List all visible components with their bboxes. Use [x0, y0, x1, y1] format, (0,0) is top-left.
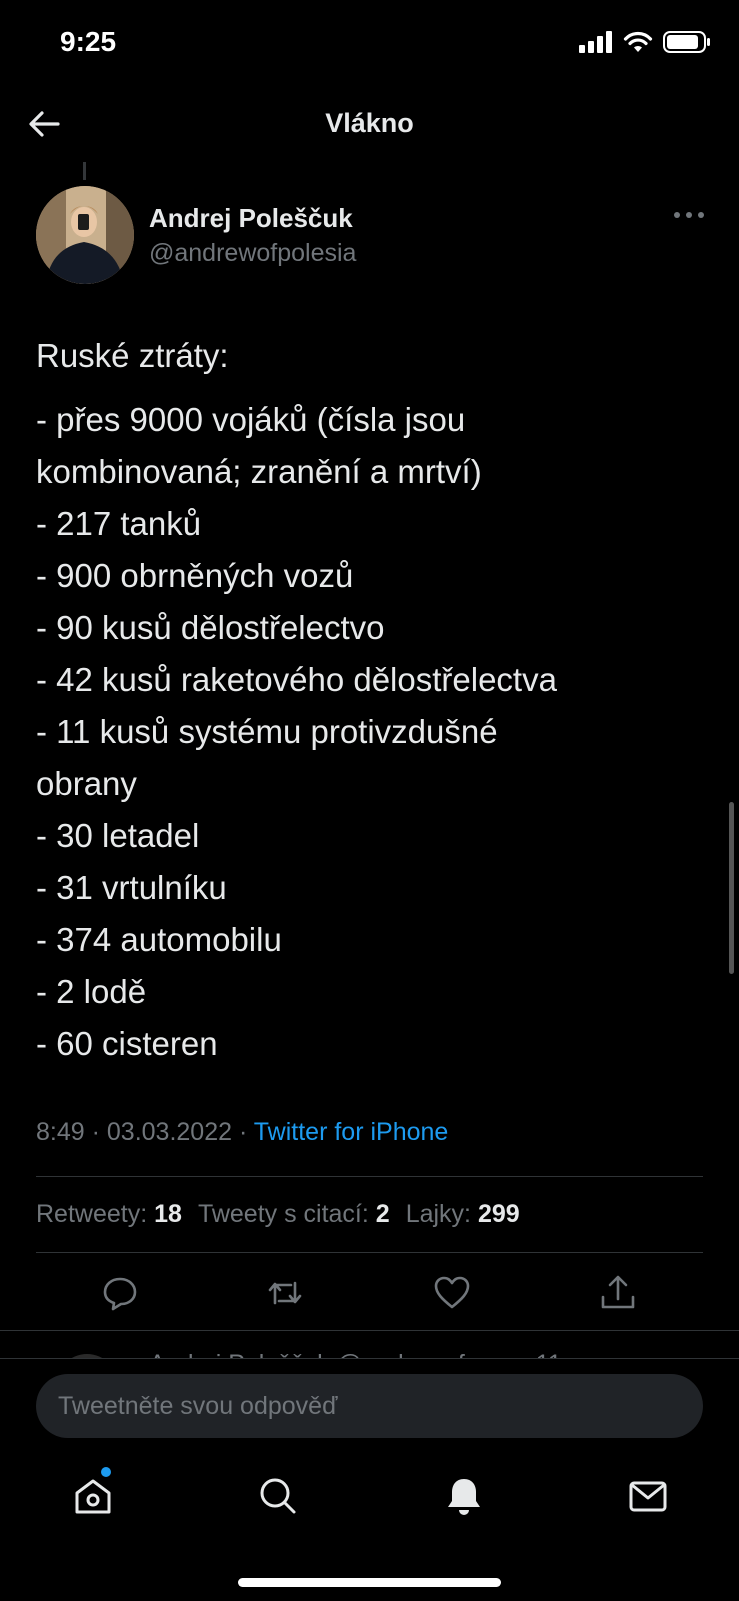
divider [0, 1330, 739, 1331]
tweet-line: - 60 cisteren [36, 1025, 218, 1062]
tweet-meta: 8:49 · 03.03.2022 · Twitter for iPhone [36, 1118, 448, 1147]
tweet-stats: Retweety: 18 Tweety s citací: 2 Lajky: 2… [36, 1200, 520, 1229]
tweet-line: - 2 lodě [36, 973, 147, 1010]
tweet-line: - 90 kusů dělostřelectvo [36, 609, 385, 646]
page-title: Vlákno [325, 108, 414, 138]
likes-label: Lajky: [405, 1200, 471, 1228]
search-icon[interactable] [256, 1474, 300, 1518]
wifi-icon [623, 31, 653, 52]
tweet-text: Ruské ztráty: - přes 9000 vojáků (čísla … [36, 330, 716, 1070]
tweet-line: - 217 tanků [36, 505, 202, 542]
retweets-label: Retweety: [36, 1200, 148, 1228]
tweet-date: 03.03.2022 [106, 1118, 233, 1146]
quotes-stat[interactable]: Tweety s citací: 2 [198, 1200, 390, 1229]
tweet-line: - 900 obrněných vozů [36, 557, 354, 594]
battery-icon [663, 31, 710, 53]
divider [36, 1176, 703, 1177]
meta-separator: · [232, 1118, 254, 1146]
share-icon[interactable] [598, 1273, 638, 1313]
tweet-line: - 374 automobilu [36, 921, 282, 958]
author-handle[interactable]: @andrewofpolesia [149, 239, 356, 268]
home-indicator[interactable] [238, 1578, 501, 1587]
heart-icon[interactable] [432, 1273, 472, 1313]
meta-separator: · [84, 1118, 107, 1146]
author-name[interactable]: Andrej Poleščuk [149, 203, 353, 234]
scrollbar[interactable] [729, 802, 734, 974]
tweet-line: kombinovaná; zranění a mrtví) [36, 453, 482, 490]
status-time: 9:25 [60, 26, 117, 57]
thread-connector [83, 162, 86, 180]
home-icon[interactable] [71, 1474, 115, 1518]
quotes-label: Tweety s citací: [197, 1200, 369, 1228]
bell-icon[interactable] [442, 1474, 486, 1518]
avatar[interactable] [36, 186, 134, 284]
tweet-source-link[interactable]: Twitter for iPhone [254, 1118, 449, 1146]
reply-placeholder: Tweetněte svou odpověď [58, 1392, 338, 1420]
status-icons [579, 30, 711, 54]
more-icon[interactable] [672, 208, 706, 222]
divider [36, 1252, 703, 1253]
tweet-line: - 31 vrtulníku [36, 869, 227, 906]
retweet-icon[interactable] [265, 1273, 305, 1313]
tweet-line: - 30 letadel [36, 817, 200, 854]
notification-dot [101, 1467, 111, 1477]
tweet-line: obrany [36, 765, 137, 802]
likes-count: 299 [477, 1200, 520, 1228]
likes-stat[interactable]: Lajky: 299 [406, 1200, 520, 1229]
tweet-line: - 11 kusů systému protivzdušné [36, 713, 498, 750]
mail-icon[interactable] [626, 1474, 670, 1518]
tweet-time: 8:49 [36, 1118, 85, 1146]
retweets-count: 18 [154, 1200, 182, 1228]
signal-icon [579, 31, 612, 53]
comment-icon[interactable] [100, 1273, 140, 1313]
quotes-count: 2 [375, 1200, 390, 1228]
tweet-line: - přes 9000 vojáků (čísla jsou [36, 401, 466, 438]
retweets-stat[interactable]: Retweety: 18 [36, 1200, 182, 1229]
tweet-line: - 42 kusů raketového dělostřelectva [36, 661, 557, 698]
tweet-line: Ruské ztráty: [36, 337, 229, 374]
